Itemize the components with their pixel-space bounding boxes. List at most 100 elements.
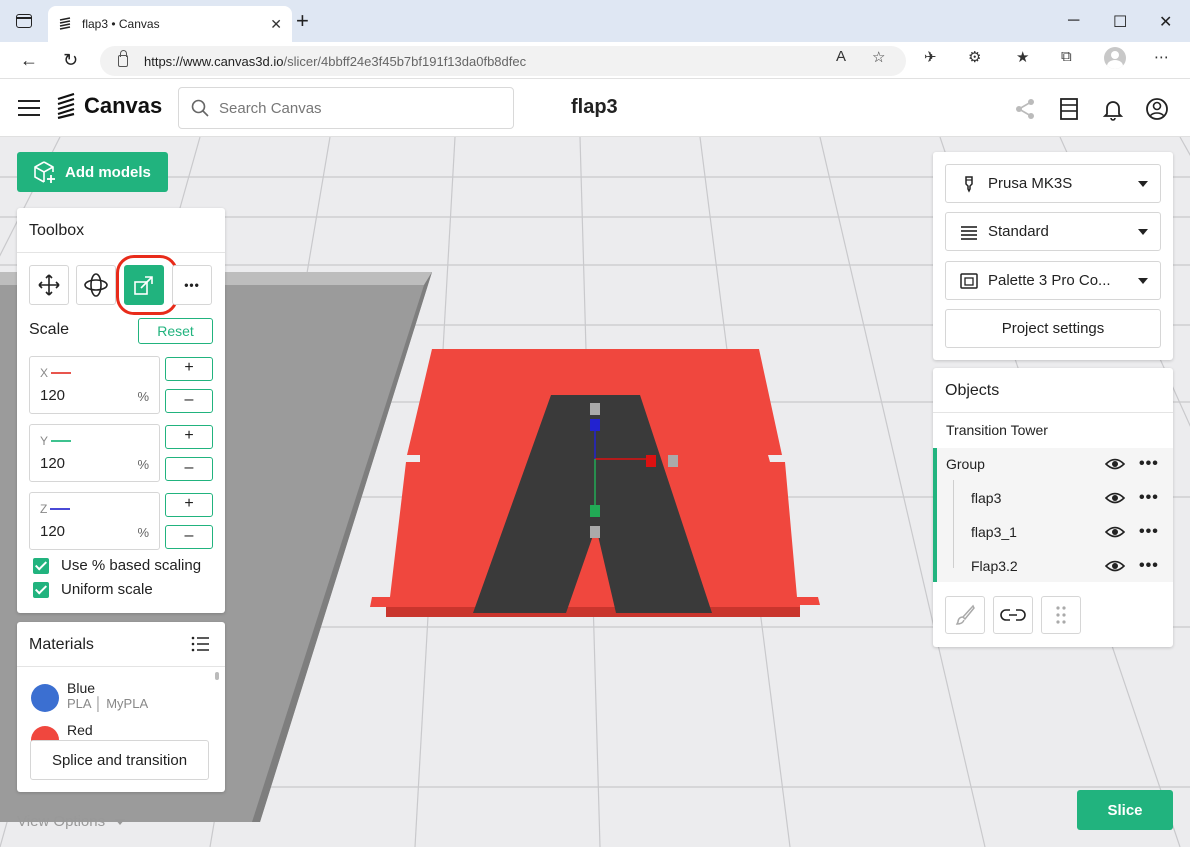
scale-z-field[interactable]: Z 120 % [29, 492, 160, 550]
rotate-icon [84, 273, 108, 297]
uniform-scale-checkbox[interactable]: Uniform scale [33, 581, 153, 598]
paint-tool-button[interactable] [945, 596, 985, 634]
brand-name: Canvas [84, 93, 163, 118]
scale-z-value[interactable]: 120 [40, 523, 65, 540]
scale-x-value[interactable]: 120 [40, 387, 65, 404]
drag-handle-button[interactable] [1041, 596, 1081, 634]
lock-icon [118, 50, 128, 67]
scale-x-field[interactable]: X 120 % [29, 356, 160, 414]
object-flap3-1[interactable]: flap3_1 [933, 515, 1173, 549]
extension-icon[interactable]: ✈ [924, 48, 937, 66]
canvas-logo-icon [57, 93, 75, 119]
toolbox-title: Toolbox [29, 222, 85, 239]
rotate-tool-button[interactable] [76, 265, 116, 305]
toolbox-panel: Toolbox ••• Scale Reset X 120 % + – Y 12… [17, 208, 225, 613]
material-name: Blue [67, 680, 96, 696]
object-label: flap3 [971, 490, 1002, 506]
material-item-blue[interactable]: Blue PLA │ MyPLA [31, 680, 148, 712]
view-options-label: View Options [17, 813, 106, 830]
favorite-add-icon[interactable]: ☆ [872, 48, 885, 66]
use-percent-checkbox[interactable]: Use % based scaling [33, 557, 201, 574]
scale-title: Scale [29, 321, 70, 338]
group-more-options[interactable]: ••• [1139, 456, 1159, 472]
app-header: Canvas flap3 [0, 79, 1190, 137]
link-icon [1000, 609, 1026, 621]
search-box[interactable] [178, 87, 514, 129]
list-view-icon[interactable] [191, 636, 209, 652]
axis-y-line [51, 440, 72, 442]
material-name: Red [67, 722, 93, 738]
new-tab-button[interactable]: + [296, 10, 309, 32]
close-window-button[interactable]: ✕ [1159, 12, 1172, 32]
read-aloud-icon[interactable]: A [836, 48, 846, 65]
scale-z-decrease-button[interactable]: – [165, 525, 213, 549]
scale-x-decrease-button[interactable]: – [165, 389, 213, 413]
visibility-eye-icon[interactable] [1105, 492, 1125, 504]
browser-tab[interactable]: flap3 • Canvas ✕ [48, 6, 292, 42]
view-options-toggle[interactable]: View Options [17, 813, 126, 830]
checkbox-checked-icon [33, 581, 49, 598]
hamburger-menu-icon[interactable] [18, 100, 40, 116]
move-tool-button[interactable] [29, 265, 69, 305]
address-bar-row: ← ↻ https://www.canvas3d.io/slicer/4bbff… [0, 42, 1190, 79]
palette-value: Palette 3 Pro Co... [988, 272, 1111, 289]
reset-scale-button[interactable]: Reset [138, 318, 213, 344]
flap3-1-more-options[interactable]: ••• [1139, 524, 1159, 540]
canvas-logo[interactable]: Canvas [56, 93, 162, 119]
caret-down-icon [1138, 229, 1148, 235]
collections-icon[interactable]: ⧉ [1061, 48, 1072, 65]
visibility-eye-icon[interactable] [1105, 560, 1125, 572]
palette-device-icon [960, 272, 978, 289]
percent-unit: % [137, 525, 149, 540]
flap3-more-options[interactable]: ••• [1139, 490, 1159, 506]
search-input[interactable] [219, 99, 499, 117]
tab-close-icon[interactable]: ✕ [270, 16, 282, 33]
flap3-2-more-options[interactable]: ••• [1139, 558, 1159, 574]
library-icon[interactable] [1057, 97, 1081, 121]
notification-bell-icon[interactable] [1101, 97, 1125, 121]
object-group[interactable]: Group [933, 447, 1173, 481]
tab-title: flap3 • Canvas [82, 17, 160, 31]
object-transition-tower[interactable]: Transition Tower [933, 413, 1173, 447]
scale-z-increase-button[interactable]: + [165, 493, 213, 517]
more-tools-button[interactable]: ••• [172, 265, 212, 305]
favorites-icon[interactable]: ★ [1016, 48, 1029, 66]
project-settings-button[interactable]: Project settings [945, 309, 1161, 348]
link-tool-button[interactable] [993, 596, 1033, 634]
materials-scrollbar[interactable] [215, 672, 219, 680]
visibility-eye-icon[interactable] [1105, 526, 1125, 538]
palette-dropdown[interactable]: Palette 3 Pro Co... [945, 261, 1161, 300]
share-icon[interactable] [1013, 97, 1037, 121]
add-models-button[interactable]: Add models [17, 152, 168, 192]
scale-y-increase-button[interactable]: + [165, 425, 213, 449]
tab-actions-icon[interactable] [16, 14, 32, 28]
minimize-button[interactable]: ─ [1068, 12, 1079, 30]
scale-x-increase-button[interactable]: + [165, 357, 213, 381]
object-label: flap3_1 [971, 524, 1017, 540]
account-icon[interactable] [1145, 97, 1169, 121]
profile-avatar[interactable] [1104, 47, 1126, 69]
scale-y-field[interactable]: Y 120 % [29, 424, 160, 482]
profile-dropdown[interactable]: Standard [945, 212, 1161, 251]
refresh-icon[interactable]: ↻ [63, 50, 78, 71]
scale-y-decrease-button[interactable]: – [165, 457, 213, 481]
object-flap3-2[interactable]: Flap3.2 [933, 549, 1173, 583]
visibility-eye-icon[interactable] [1105, 458, 1125, 470]
browser-menu-icon[interactable]: ⋯ [1154, 48, 1169, 66]
url-path: /slicer/4bbff24e3f45b7bf191f13da0fb8dfec [283, 53, 527, 69]
object-flap3[interactable]: flap3 [933, 481, 1173, 515]
scale-y-value[interactable]: 120 [40, 455, 65, 472]
caret-down-icon [1138, 278, 1148, 284]
slice-button[interactable]: Slice [1077, 790, 1173, 830]
back-arrow-icon[interactable]: ← [20, 50, 38, 71]
objects-title: Objects [945, 382, 1000, 399]
url-field[interactable]: https://www.canvas3d.io/slicer/4bbff24e3… [100, 46, 906, 76]
printer-dropdown[interactable]: Prusa MK3S [945, 164, 1161, 203]
add-cube-icon [34, 161, 55, 183]
axis-z-label: Z [40, 502, 71, 516]
caret-down-icon [1138, 181, 1148, 187]
puzzle-icon[interactable]: ⚙ [968, 48, 981, 66]
maximize-button[interactable]: ☐ [1113, 12, 1127, 32]
document-title: flap3 [571, 96, 618, 118]
splice-and-transition-button[interactable]: Splice and transition [30, 740, 209, 780]
